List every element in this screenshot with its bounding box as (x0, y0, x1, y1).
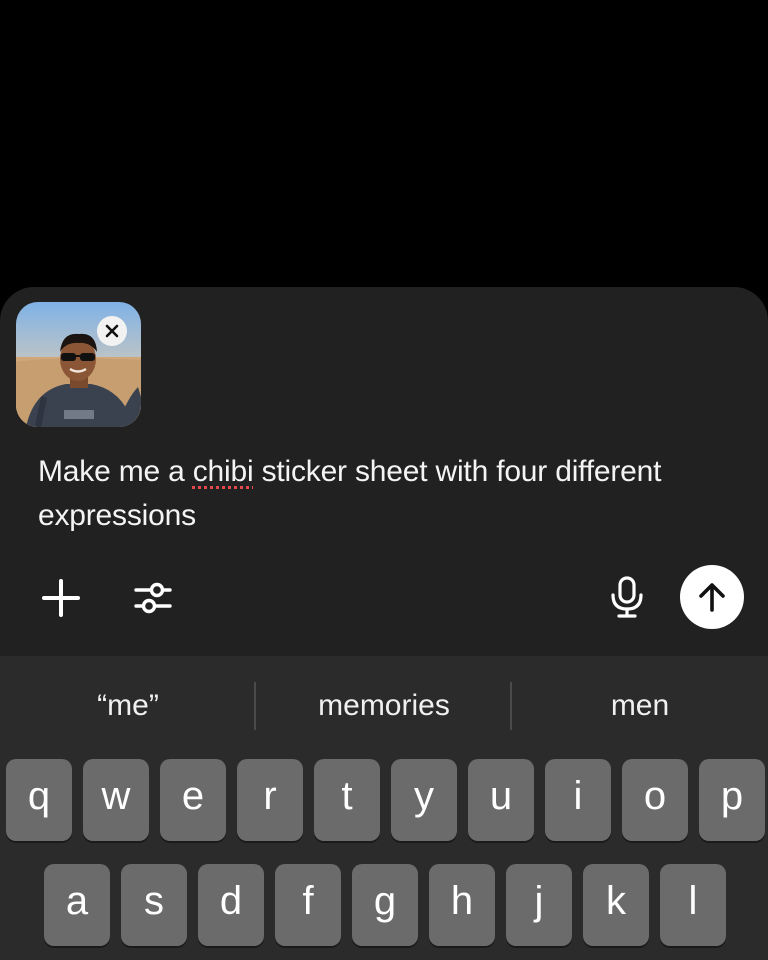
key-q[interactable]: q (6, 759, 72, 841)
prompt-input[interactable]: Make me a chibi sticker sheet with four … (38, 450, 718, 538)
key-f[interactable]: f (275, 864, 341, 946)
key-g[interactable]: g (352, 864, 418, 946)
key-j[interactable]: j (506, 864, 572, 946)
key-y[interactable]: y (391, 759, 457, 841)
key-u[interactable]: u (468, 759, 534, 841)
key-i[interactable]: i (545, 759, 611, 841)
key-o[interactable]: o (622, 759, 688, 841)
key-w[interactable]: w (83, 759, 149, 841)
key-r[interactable]: r (237, 759, 303, 841)
suggestion-item[interactable]: men (512, 680, 768, 732)
key-l[interactable]: l (660, 864, 726, 946)
key-k[interactable]: k (583, 864, 649, 946)
prompt-text-start: Make me a (38, 455, 193, 488)
plus-icon (42, 579, 80, 617)
key-e[interactable]: e (160, 759, 226, 841)
sliders-icon (134, 582, 172, 614)
key-s[interactable]: s (121, 864, 187, 946)
add-attachment-button[interactable] (38, 575, 84, 621)
arrow-up-icon (699, 583, 725, 612)
key-t[interactable]: t (314, 759, 380, 841)
close-icon (105, 324, 119, 338)
remove-attachment-button[interactable] (97, 316, 127, 346)
key-h[interactable]: h (429, 864, 495, 946)
microphone-icon (611, 576, 643, 618)
suggestion-item[interactable]: “me” (0, 680, 256, 732)
key-d[interactable]: d (198, 864, 264, 946)
suggestion-item[interactable]: memories (256, 680, 512, 732)
key-p[interactable]: p (699, 759, 765, 841)
misspelled-word[interactable]: chibi (193, 455, 254, 488)
key-a[interactable]: a (44, 864, 110, 946)
voice-input-button[interactable] (604, 572, 650, 622)
tools-button[interactable] (128, 573, 178, 623)
send-button[interactable] (680, 565, 744, 629)
